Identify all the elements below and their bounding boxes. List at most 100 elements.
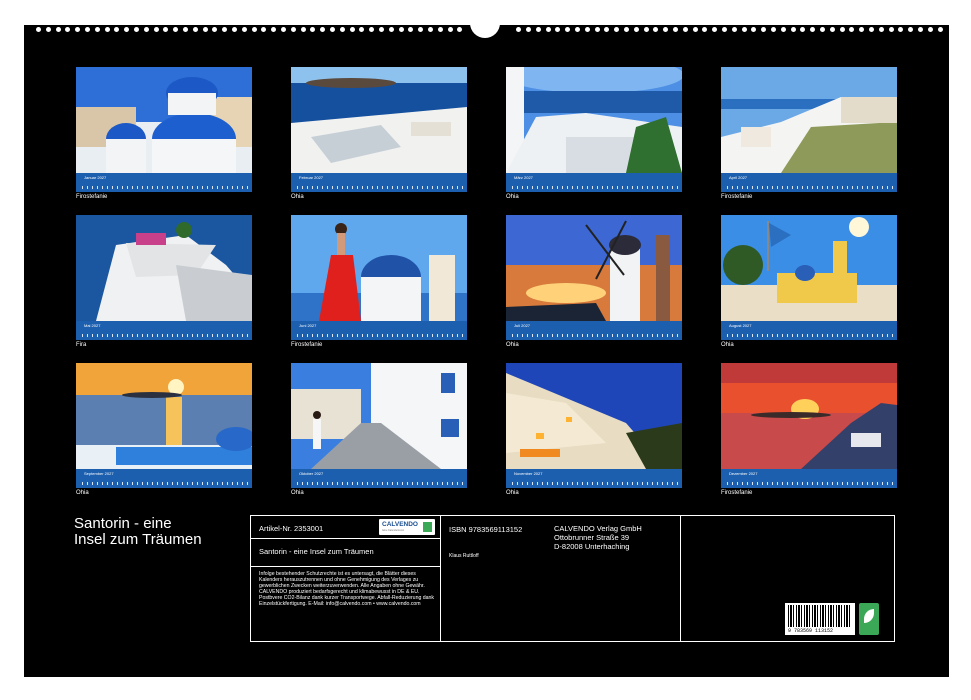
month-photo <box>506 67 682 173</box>
month-tile: Juli 2027 Ohia <box>506 215 682 348</box>
binding-hole <box>633 27 639 32</box>
calendar-day-markers <box>512 482 678 485</box>
calendar-day-markers <box>727 186 893 189</box>
photo-credit: Ohia <box>506 194 519 200</box>
month-photo <box>721 215 897 321</box>
binding-hole <box>447 27 453 32</box>
binding-hole <box>104 27 110 32</box>
binding-hole <box>614 27 620 32</box>
month-calendar-strip: Februar 2027 <box>291 173 467 192</box>
title-line-1: Santorin - eine <box>74 515 172 532</box>
binding-hole <box>290 27 296 32</box>
binding-hole <box>516 27 522 32</box>
binding-hole <box>437 27 443 32</box>
month-photo <box>76 215 252 321</box>
binding-hole <box>927 27 933 32</box>
month-calendar-strip: Januar 2027 <box>76 173 252 192</box>
binding-hole <box>780 27 786 32</box>
binding-hole <box>937 27 943 32</box>
binding-hole <box>771 27 776 32</box>
month-tile: November 2027 Ohia <box>506 363 682 496</box>
legal-text: Infolge bestehender Schutzrechte ist es … <box>259 571 435 608</box>
binding-hole <box>790 27 796 32</box>
binding-hole <box>888 27 894 32</box>
calendar-day-markers <box>82 482 248 485</box>
month-label: Oktober 2027 <box>299 471 324 476</box>
month-tile: April 2027 Firostefanie <box>721 67 897 200</box>
month-calendar-strip: Juli 2027 <box>506 321 682 340</box>
publisher-address: CALVENDO Verlag GmbH Ottobrunner Straße … <box>554 524 642 551</box>
month-photo <box>506 363 682 469</box>
photo-credit: Firostefanie <box>291 342 323 348</box>
publisher-city: D-82008 Unterhaching <box>554 542 630 551</box>
binding-hole <box>624 27 629 32</box>
author: Klaus Ruttloff <box>449 553 479 559</box>
binding-hole <box>682 27 688 32</box>
publisher-street: Ottobrunner Straße 39 <box>554 533 630 542</box>
month-tile: Mai 2027 Fira <box>76 215 252 348</box>
binding-hole <box>643 27 649 32</box>
barcode-number: 9 783569 113152 <box>788 628 834 634</box>
binding-hole <box>339 27 345 32</box>
month-label: April 2027 <box>729 175 748 180</box>
month-label: Juni 2027 <box>299 323 317 328</box>
binding-hole <box>281 27 286 32</box>
binding-hole <box>202 27 208 32</box>
binding-hole <box>702 27 708 32</box>
calendar-title: Santorin - eine Insel zum Träumen <box>74 516 244 548</box>
month-photo <box>76 363 252 469</box>
barcode-bars <box>788 605 852 627</box>
calvendo-logo: CALVENDO feine Kalenderkunst <box>379 519 435 535</box>
binding-hole <box>575 27 580 32</box>
binding-hole <box>731 27 737 32</box>
month-tile: Oktober 2027 Ohia <box>291 363 467 496</box>
binding-hole <box>918 27 923 32</box>
binding-hole <box>75 27 81 32</box>
month-label: September 2027 <box>84 471 114 476</box>
month-calendar-strip: September 2027 <box>76 469 252 488</box>
month-label: Juli 2027 <box>514 323 531 328</box>
calendar-day-markers <box>297 482 463 485</box>
binding-hole <box>143 27 149 32</box>
isbn: ISBN 9783569113152 <box>449 525 523 534</box>
binding-hole <box>398 27 404 32</box>
binding-hole <box>869 27 874 32</box>
logo-mark-icon <box>423 522 432 532</box>
binding-hole <box>820 27 825 32</box>
binding-hole <box>153 27 159 32</box>
month-tile: September 2027 Ohia <box>76 363 252 496</box>
month-calendar-strip: Dezember 2027 <box>721 469 897 488</box>
publisher-name: CALVENDO Verlag GmbH <box>554 524 642 533</box>
binding-hole <box>300 27 306 32</box>
month-calendar-strip: August 2027 <box>721 321 897 340</box>
month-photo <box>76 67 252 173</box>
logo-subtext: feine Kalenderkunst <box>382 529 405 532</box>
binding-hole <box>663 27 669 32</box>
photo-credit: Ohia <box>721 342 734 348</box>
binding-hole <box>408 27 414 32</box>
binding-hole <box>85 27 90 32</box>
binding-hole <box>849 27 855 32</box>
binding-hole <box>692 27 698 32</box>
photo-credit: Ohia <box>291 490 304 496</box>
photo-credit: Firostefanie <box>721 194 753 200</box>
binding-hole <box>457 27 463 32</box>
binding-hole <box>388 27 394 32</box>
calendar-day-markers <box>512 334 678 337</box>
barcode: 9 783569 113152 <box>785 603 855 635</box>
calendar-day-markers <box>727 334 893 337</box>
binding-hole <box>712 27 718 32</box>
binding-hole <box>839 27 845 32</box>
binding-hole <box>369 27 375 32</box>
month-photo <box>291 67 467 173</box>
binding-hole <box>222 27 228 32</box>
binding-hole <box>94 27 100 32</box>
month-label: Dezember 2027 <box>729 471 758 476</box>
month-label: Januar 2027 <box>84 175 107 180</box>
photo-credit: Firostefanie <box>76 194 108 200</box>
binding-hole <box>192 27 198 32</box>
article-number: Artikel-Nr. 2353001 <box>259 524 324 533</box>
month-label: Februar 2027 <box>299 175 324 180</box>
binding-hole <box>741 27 747 32</box>
binding-hole <box>36 27 41 32</box>
